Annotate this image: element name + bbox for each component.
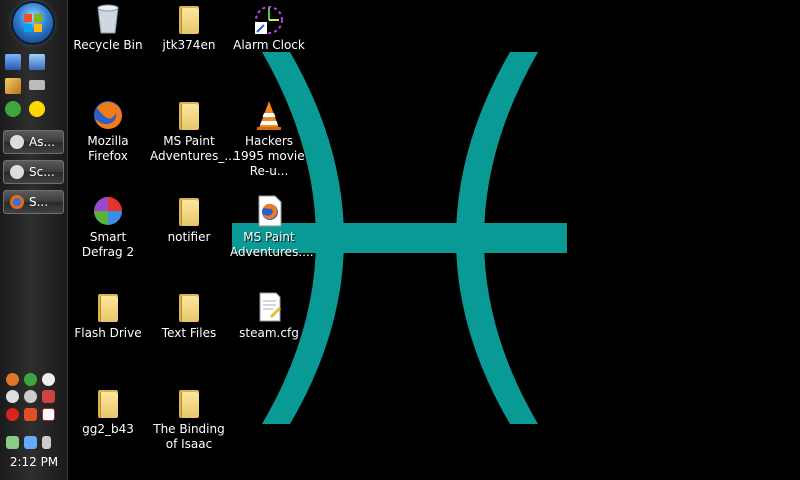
taskbar-clock[interactable]: 2:12 PM <box>0 455 68 469</box>
pencil-icon[interactable] <box>5 78 21 94</box>
desktop-icon-label: notifier <box>167 230 211 244</box>
firefox-icon[interactable] <box>6 373 19 386</box>
desktop-icon-label: Recycle Bin <box>73 38 143 52</box>
desktop-icon-recycle-bin[interactable]: Recycle Bin <box>69 2 147 53</box>
folder-icon <box>91 290 125 324</box>
desktop-icon-label: steam.cfg <box>239 326 299 340</box>
taskbar: As... Sc... S... 2:12 PM <box>0 0 68 480</box>
desktop-icon-label: jtk374en <box>162 38 216 52</box>
start-button[interactable] <box>13 3 53 43</box>
messenger-icon[interactable] <box>29 101 45 117</box>
desktop-icon-binding-of-isaac[interactable]: The Binding of Isaac <box>150 386 228 452</box>
desktop-icon-label: Flash Drive <box>74 326 142 340</box>
utorrent-icon[interactable] <box>5 101 21 117</box>
windows-logo-icon <box>24 14 42 32</box>
task-button-steam-2[interactable]: Sc... <box>3 160 64 184</box>
firefox-icon <box>91 98 125 132</box>
folder-icon <box>172 194 206 228</box>
steam-icon <box>10 165 24 179</box>
task-button-firefox[interactable]: S... <box>3 190 64 214</box>
desktop-icon-label: Hackers 1995 movie Re-u... <box>233 134 305 178</box>
desktop-icon-label: MS Paint Adventures.... <box>230 230 314 259</box>
recycle-bin-icon <box>91 2 125 36</box>
task-button-steam-1[interactable]: As... <box>3 130 64 154</box>
alarm-clock-icon <box>252 2 286 36</box>
folder-icon <box>91 386 125 420</box>
folder-icon <box>172 386 206 420</box>
clock-icon[interactable] <box>6 390 19 403</box>
desktop-icon-hackers-vlc[interactable]: Hackers 1995 movie Re-u... <box>230 98 308 179</box>
gmail-icon[interactable] <box>42 408 55 421</box>
firefox-document-icon <box>252 194 286 228</box>
folder-icon <box>172 2 206 36</box>
smart-defrag-icon <box>91 194 125 228</box>
monitor-icon[interactable] <box>24 436 37 449</box>
desktop-icon-jtk374en[interactable]: jtk374en <box>150 2 228 53</box>
text-document-icon <box>252 290 286 324</box>
desktop-icon-label: gg2_b43 <box>82 422 134 436</box>
desktop-icon-label: Mozilla Firefox <box>87 134 129 163</box>
desktop-icon-text-files[interactable]: Text Files <box>150 290 228 341</box>
battery-icon[interactable] <box>6 436 19 449</box>
desktop-icon-mozilla-firefox[interactable]: Mozilla Firefox <box>69 98 147 164</box>
task-button-label: S... <box>29 195 49 209</box>
desktop-icon-label: Smart Defrag 2 <box>81 230 135 259</box>
desktop-icon-ms-paint-adventures-doc[interactable]: MS Paint Adventures.... <box>230 194 314 260</box>
keyboard-icon[interactable] <box>29 80 45 90</box>
record-icon[interactable] <box>6 408 19 421</box>
firefox-icon <box>10 195 24 209</box>
desktop-icon-gg2-b43[interactable]: gg2_b43 <box>69 386 147 437</box>
desktop-icon-label: The Binding of Isaac <box>153 422 225 451</box>
desktop-icon-steam-cfg[interactable]: steam.cfg <box>230 290 308 341</box>
task-button-label: Sc... <box>29 165 55 179</box>
desktop-icon-ms-paint-adventures-folder[interactable]: MS Paint Adventures_... <box>150 98 236 164</box>
desktop-icon-label: Alarm Clock <box>233 38 305 52</box>
desktop-icon-label: MS Paint Adventures_... <box>150 134 236 163</box>
steam-icon <box>10 135 24 149</box>
desktop-icon-smart-defrag[interactable]: Smart Defrag 2 <box>69 194 147 260</box>
desktop-icon-alarm-clock[interactable]: Alarm Clock <box>230 2 308 53</box>
utorrent-icon[interactable] <box>24 373 37 386</box>
folder-icon <box>172 290 206 324</box>
network-icon[interactable] <box>42 390 55 403</box>
steam-icon[interactable] <box>24 390 37 403</box>
folder-icon <box>172 98 206 132</box>
vlc-cone-icon <box>252 98 286 132</box>
speaker-mute-icon[interactable] <box>24 408 37 421</box>
show-desktop-icon[interactable] <box>5 54 21 70</box>
desktop-icon-flash-drive[interactable]: Flash Drive <box>69 290 147 341</box>
desktop-icon-label: Text Files <box>161 326 217 340</box>
messenger-icon[interactable] <box>42 373 55 386</box>
volume-icon[interactable] <box>42 436 51 449</box>
desktop-icon-notifier[interactable]: notifier <box>150 194 228 245</box>
switch-windows-icon[interactable] <box>29 54 45 70</box>
task-button-label: As... <box>29 135 55 149</box>
